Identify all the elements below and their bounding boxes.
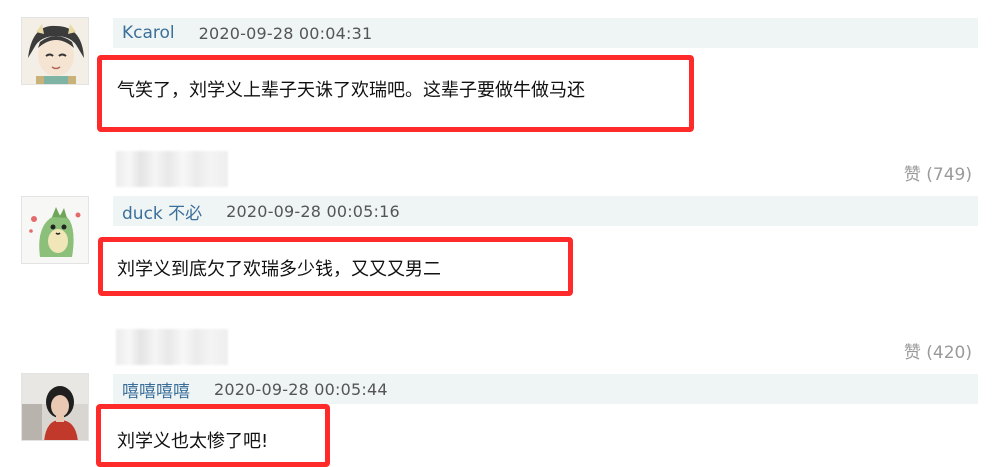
comment-list: Kcarol 2020-09-28 00:04:31 气笑了，刘学义上辈子天诛了…	[0, 0, 1000, 467]
anime-character-avatar-icon	[22, 18, 88, 84]
comment-meta: 嘻嘻嘻嘻 2020-09-28 00:05:44	[113, 374, 978, 404]
comment-timestamp: 2020-09-28 00:05:44	[214, 379, 388, 399]
avatar[interactable]	[21, 373, 89, 441]
avatar[interactable]	[21, 196, 89, 264]
comment-meta: duck 不必 2020-09-28 00:05:16	[113, 196, 978, 226]
comment-meta: Kcarol 2020-09-28 00:04:31	[113, 18, 978, 48]
blurred-reply-placeholder	[116, 151, 228, 187]
username-link[interactable]: Kcarol	[122, 23, 175, 43]
username-link[interactable]: 嘻嘻嘻嘻	[122, 377, 190, 402]
comment-text: 刘学义也太惨了吧!	[117, 431, 269, 452]
comment-text: 刘学义到底欠了欢瑞多少钱，又又又男二	[117, 259, 441, 280]
comment-text: 气笑了，刘学义上辈子天诛了欢瑞吧。这辈子要做牛做马还	[117, 80, 585, 101]
like-button[interactable]: 赞 (749)	[904, 160, 972, 185]
username-link[interactable]: duck 不必	[122, 199, 202, 224]
comment-timestamp: 2020-09-28 00:04:31	[198, 23, 373, 43]
person-photo-avatar-icon	[22, 374, 88, 440]
green-dinosaur-avatar-icon	[22, 197, 88, 263]
blurred-reply-placeholder	[116, 329, 228, 365]
comment-timestamp: 2020-09-28 00:05:16	[226, 201, 400, 221]
like-button[interactable]: 赞 (420)	[904, 338, 972, 363]
avatar[interactable]	[21, 17, 89, 85]
